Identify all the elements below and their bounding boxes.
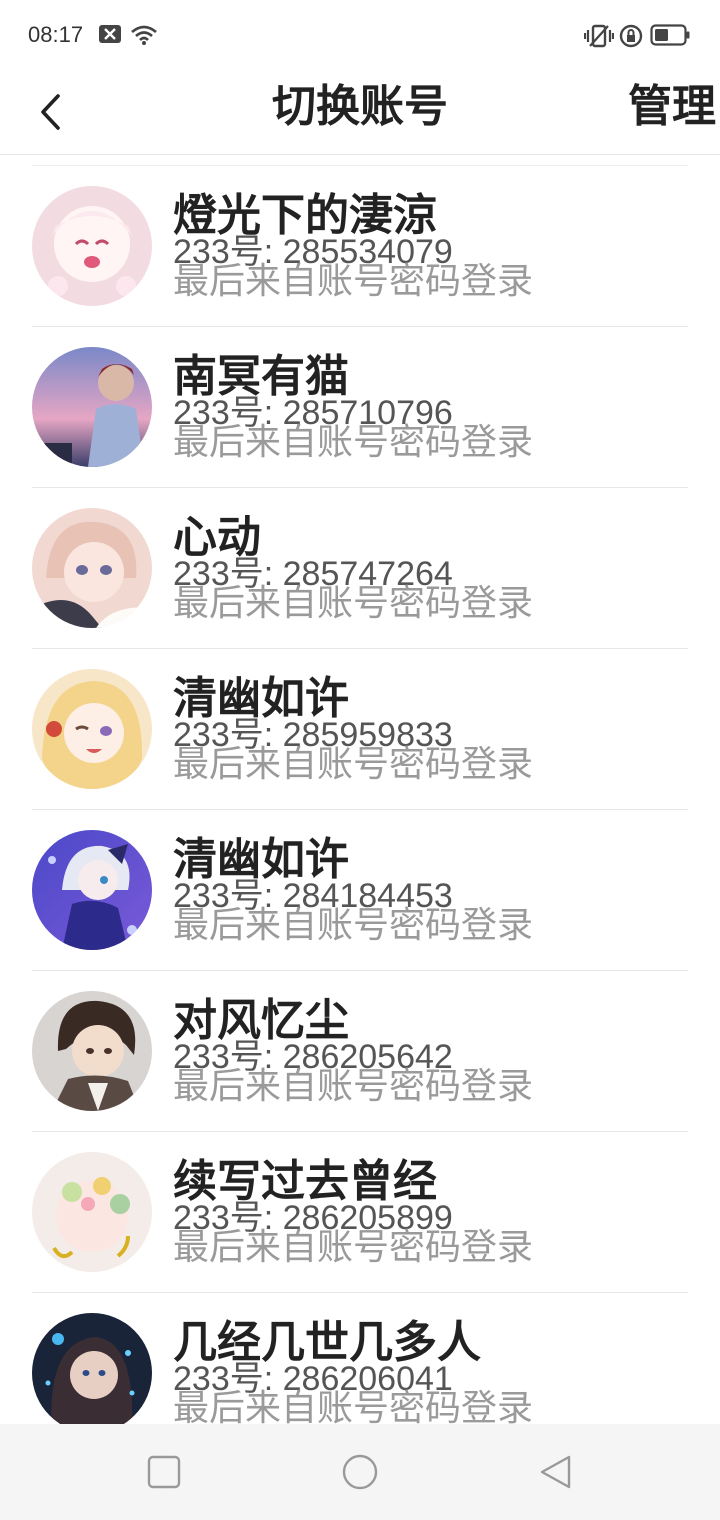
account-item[interactable]: 心动 233号: 285747264 最后来自账号密码登录 bbox=[32, 488, 688, 649]
recent-apps-square-icon[interactable] bbox=[146, 1454, 182, 1494]
avatar bbox=[32, 347, 152, 467]
system-nav-bar bbox=[0, 1424, 720, 1520]
home-circle-icon[interactable] bbox=[340, 1454, 380, 1494]
account-login-source: 最后来自账号密码登录 bbox=[173, 744, 534, 785]
back-triangle-icon[interactable] bbox=[538, 1454, 574, 1494]
vibrate-icon bbox=[583, 24, 615, 52]
account-list[interactable]: 燈光下的淒涼 233号: 285534079 最后来自账号密码登录 南冥有猫 2… bbox=[32, 165, 688, 1424]
notification-x-icon bbox=[98, 24, 122, 48]
avatar bbox=[32, 669, 152, 789]
account-item[interactable]: 燈光下的淒涼 233号: 285534079 最后来自账号密码登录 bbox=[32, 166, 688, 327]
avatar bbox=[32, 830, 152, 950]
status-bar: 08:17 bbox=[0, 0, 720, 72]
avatar bbox=[32, 186, 152, 306]
account-login-source: 最后来自账号密码登录 bbox=[173, 1227, 534, 1268]
manage-button[interactable]: 管理 bbox=[628, 76, 716, 138]
avatar bbox=[32, 991, 152, 1111]
page-title: 切换账号 bbox=[272, 81, 448, 132]
account-item[interactable]: 南冥有猫 233号: 285710796 最后来自账号密码登录 bbox=[32, 327, 688, 488]
account-login-source: 最后来自账号密码登录 bbox=[173, 583, 534, 624]
battery-icon bbox=[650, 24, 690, 50]
account-item[interactable]: 清幽如许 233号: 285959833 最后来自账号密码登录 bbox=[32, 649, 688, 810]
account-item[interactable]: 清幽如许 233号: 284184453 最后来自账号密码登录 bbox=[32, 810, 688, 971]
rotation-lock-icon bbox=[619, 24, 643, 52]
avatar bbox=[32, 1313, 152, 1424]
account-login-source: 最后来自账号密码登录 bbox=[173, 261, 534, 302]
account-item[interactable]: 续写过去曾经 233号: 286205899 最后来自账号密码登录 bbox=[32, 1132, 688, 1293]
avatar bbox=[32, 508, 152, 628]
status-time: 08:17 bbox=[28, 22, 84, 47]
header: 切换账号 管理 bbox=[0, 72, 720, 155]
account-login-source: 最后来自账号密码登录 bbox=[173, 1066, 534, 1107]
account-login-source: 最后来自账号密码登录 bbox=[173, 905, 534, 946]
wifi-icon bbox=[130, 24, 158, 50]
account-item[interactable]: 对风忆尘 233号: 286205642 最后来自账号密码登录 bbox=[32, 971, 688, 1132]
account-login-source: 最后来自账号密码登录 bbox=[173, 422, 534, 463]
avatar bbox=[32, 1152, 152, 1272]
account-item[interactable]: 几经几世几多人 233号: 286206041 最后来自账号密码登录 bbox=[32, 1293, 688, 1424]
account-login-source: 最后来自账号密码登录 bbox=[173, 1388, 534, 1424]
